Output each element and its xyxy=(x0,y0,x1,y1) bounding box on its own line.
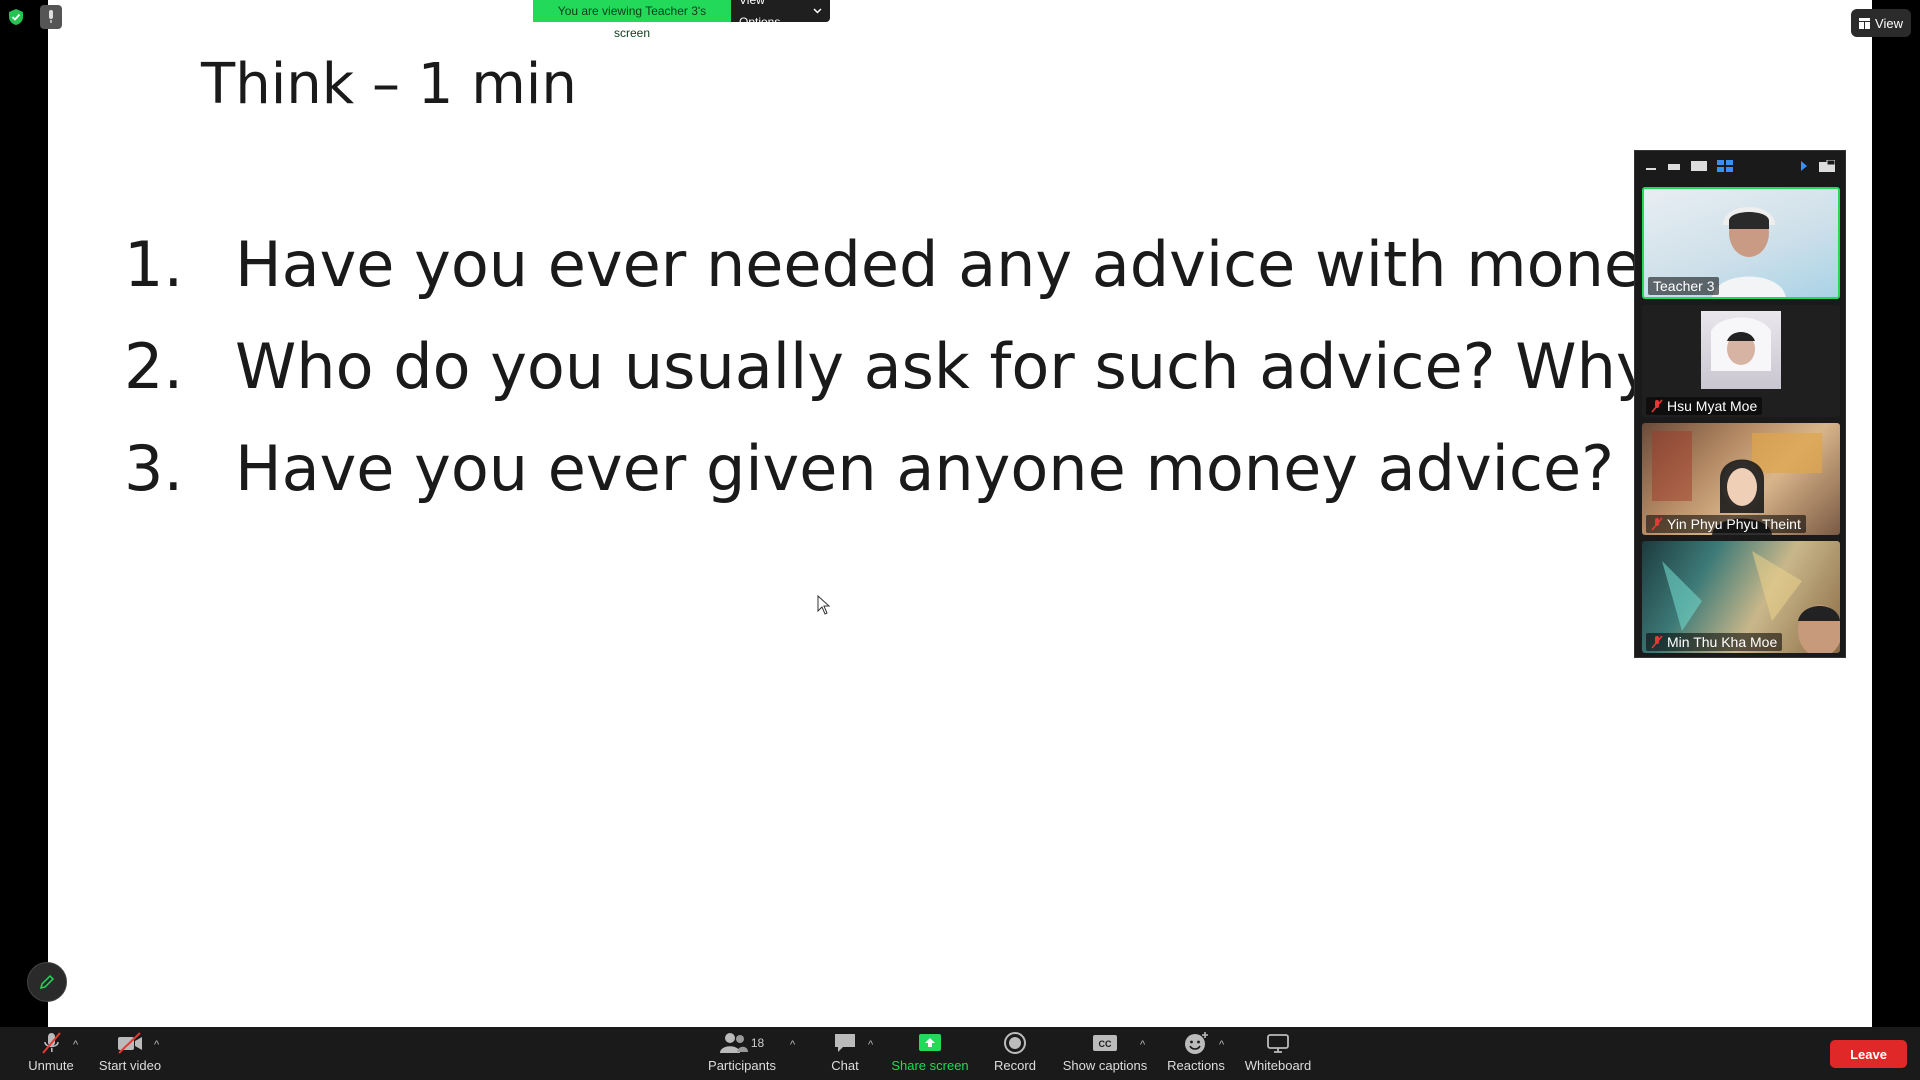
question-number: 1. xyxy=(124,228,184,301)
reactions-icon xyxy=(1185,1032,1208,1054)
video-tile[interactable]: Min Thu Kha Moe xyxy=(1642,541,1840,653)
video-off-icon xyxy=(118,1032,142,1054)
participant-name-label: Min Thu Kha Moe xyxy=(1646,633,1783,651)
question-text: Who do you usually ask for such advice? … xyxy=(235,330,1686,403)
reactions-label: Reactions xyxy=(1167,1058,1225,1073)
share-screen-label: Share screen xyxy=(891,1058,969,1073)
show-captions-button[interactable]: CC Show captions xyxy=(1062,1031,1148,1077)
video-options-caret-icon[interactable]: ^ xyxy=(154,1039,159,1051)
whiteboard-icon xyxy=(1267,1034,1289,1053)
view-options-button[interactable]: View Options xyxy=(731,0,830,29)
view-layout-button[interactable]: View xyxy=(1851,9,1911,37)
video-tile[interactable]: Teacher 3 xyxy=(1642,187,1840,299)
participant-name-label: Yin Phyu Phyu Theint xyxy=(1646,515,1806,533)
unmute-label: Unmute xyxy=(28,1058,74,1073)
record-button[interactable]: Record xyxy=(990,1031,1040,1077)
share-screen-icon xyxy=(919,1034,941,1051)
share-screen-button[interactable]: Share screen xyxy=(890,1031,970,1077)
unmute-button[interactable]: Unmute xyxy=(24,1031,78,1077)
chevron-down-icon xyxy=(813,8,822,14)
gallery-view-icon[interactable] xyxy=(1717,160,1733,172)
audio-options-caret-icon[interactable]: ^ xyxy=(73,1039,78,1051)
question-number: 2. xyxy=(124,330,184,403)
svg-text:CC: CC xyxy=(1099,1039,1112,1049)
participant-avatar xyxy=(1701,311,1781,389)
view-label: View xyxy=(1875,15,1903,31)
closed-captions-icon: CC xyxy=(1093,1035,1117,1051)
grid-view-icon xyxy=(1859,17,1871,29)
microphone-icon xyxy=(49,10,53,23)
muted-mic-icon xyxy=(1651,635,1663,649)
muted-microphone-icon xyxy=(42,1032,61,1054)
question-text: Have you ever given anyone money advice? xyxy=(235,432,1615,505)
viewing-screen-label: You are viewing Teacher 3's screen xyxy=(533,0,731,40)
show-captions-label: Show captions xyxy=(1062,1058,1148,1073)
reactions-button[interactable]: Reactions xyxy=(1165,1031,1227,1077)
record-label: Record xyxy=(994,1058,1036,1073)
participants-button[interactable]: 18 Participants xyxy=(705,1031,779,1077)
start-video-label: Start video xyxy=(98,1058,162,1073)
question-number: 3. xyxy=(124,432,184,505)
participants-icon xyxy=(719,1033,748,1053)
chat-icon xyxy=(835,1034,855,1052)
participant-video-panel: Teacher 3 Hsu Myat Moe Yin Phyu Phyu The… xyxy=(1634,150,1846,658)
zoom-meeting-window: Think – 1 min 1. Have you ever needed an… xyxy=(0,0,1920,1080)
participants-count: 18 xyxy=(750,1036,765,1050)
chat-button[interactable]: Chat xyxy=(820,1031,870,1077)
participants-options-caret-icon[interactable]: ^ xyxy=(790,1039,795,1051)
thumbnail-view-icon[interactable] xyxy=(1691,160,1707,172)
reactions-options-caret-icon[interactable]: ^ xyxy=(1219,1039,1224,1051)
exit-side-by-side-icon[interactable] xyxy=(1819,160,1835,172)
next-page-icon[interactable] xyxy=(1799,160,1809,172)
annotate-button[interactable] xyxy=(27,962,67,1002)
screen-share-banner: You are viewing Teacher 3's screen View … xyxy=(533,0,830,40)
video-tile[interactable]: Yin Phyu Phyu Theint xyxy=(1642,423,1840,535)
captions-options-caret-icon[interactable]: ^ xyxy=(1140,1039,1145,1051)
leave-button[interactable]: Leave xyxy=(1830,1040,1907,1068)
participants-icon-group: 18 xyxy=(719,1031,765,1055)
video-tile[interactable]: Hsu Myat Moe xyxy=(1642,305,1840,417)
panel-controls xyxy=(1635,151,1845,181)
mouse-cursor-icon xyxy=(817,595,831,615)
shared-screen-slide: Think – 1 min 1. Have you ever needed an… xyxy=(48,0,1872,1027)
meeting-toolbar: Unmute ^ Start video ^ 18 Participants ^… xyxy=(0,1027,1920,1080)
pencil-icon xyxy=(39,974,55,990)
encryption-shield-icon[interactable] xyxy=(9,9,23,25)
participant-name-label: Hsu Myat Moe xyxy=(1646,397,1763,415)
chat-options-caret-icon[interactable]: ^ xyxy=(868,1039,873,1051)
speaker-view-icon[interactable] xyxy=(1667,160,1681,172)
whiteboard-button[interactable]: Whiteboard xyxy=(1242,1031,1314,1077)
minimize-icon[interactable] xyxy=(1645,160,1657,172)
muted-mic-icon xyxy=(1651,399,1663,413)
participant-name-label: Teacher 3 xyxy=(1648,277,1720,295)
chat-label: Chat xyxy=(831,1058,859,1073)
view-options-label: View Options xyxy=(739,0,781,29)
audio-status-indicator[interactable] xyxy=(40,5,62,29)
start-video-button[interactable]: Start video xyxy=(96,1031,164,1077)
whiteboard-label: Whiteboard xyxy=(1244,1058,1312,1073)
participants-label: Participants xyxy=(708,1058,776,1073)
participant-photo xyxy=(1711,317,1771,371)
slide-title: Think – 1 min xyxy=(201,52,577,117)
muted-mic-icon xyxy=(1651,517,1663,531)
record-icon xyxy=(1004,1032,1026,1054)
question-text: Have you ever needed any advice with mon… xyxy=(235,228,1712,301)
